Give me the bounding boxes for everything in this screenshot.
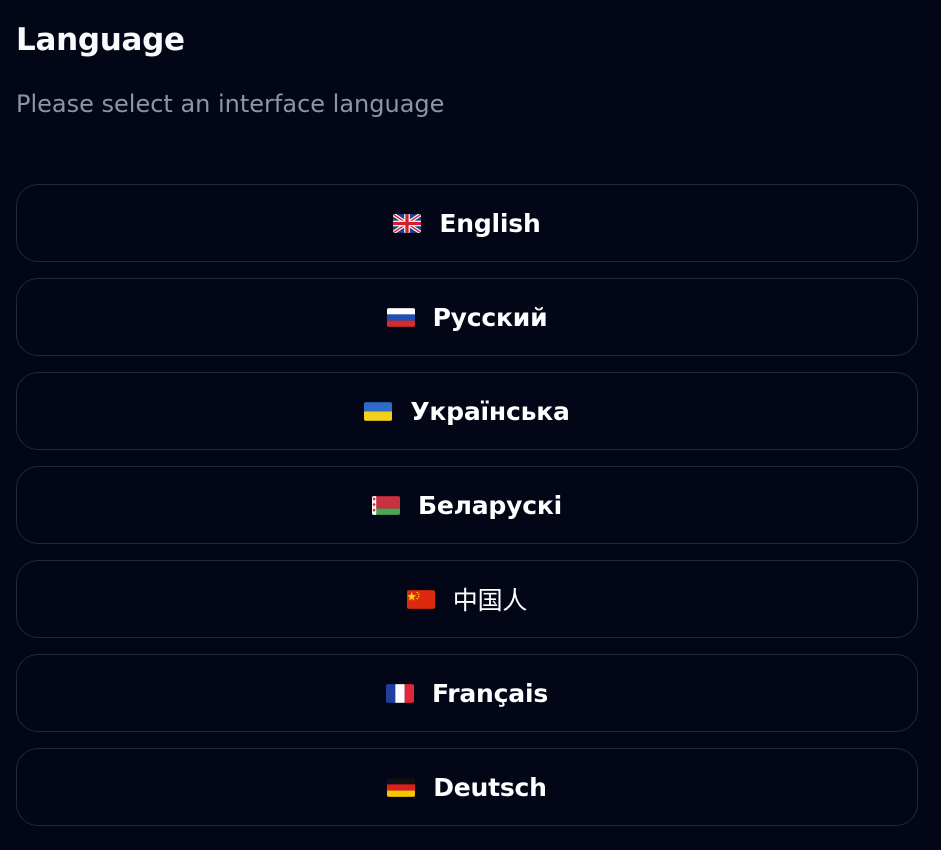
page-title: Language [16,22,185,58]
language-label: Беларускі [418,490,562,520]
language-label: Français [431,678,548,708]
uk-flag-icon [393,213,422,233]
language-label: Русский [432,302,548,332]
language-button-english[interactable]: English [16,184,918,262]
language-button-german[interactable]: Deutsch [16,748,918,826]
language-button-russian[interactable]: Русский [16,278,918,356]
language-button-belarusian[interactable]: Беларускі [16,466,918,544]
ukraine-flag-icon [364,401,393,421]
language-list: English Русский Українська Беларускі 中国人… [16,184,918,826]
language-button-ukrainian[interactable]: Українська [16,372,918,450]
belarus-flag-icon [372,495,401,515]
language-label: Deutsch [433,772,547,802]
china-flag-icon [406,589,435,609]
language-button-french[interactable]: Français [16,654,918,732]
language-button-chinese[interactable]: 中国人 [16,560,918,638]
language-panel: Language Please select an interface lang… [0,0,941,850]
page-subtitle: Please select an interface language [16,90,445,118]
language-label: Українська [410,396,570,426]
france-flag-icon [385,683,414,703]
russia-flag-icon [386,307,415,327]
language-label: English [439,208,541,238]
language-label: 中国人 [452,586,528,615]
germany-flag-icon [387,777,416,797]
